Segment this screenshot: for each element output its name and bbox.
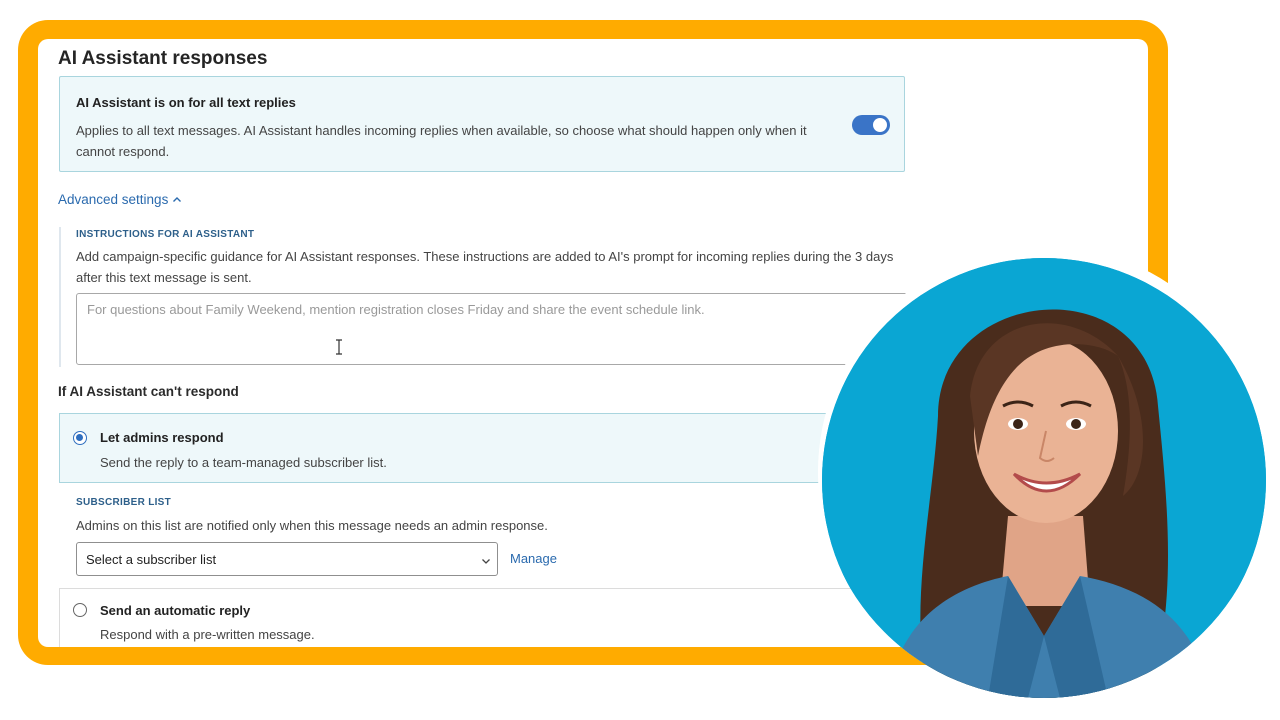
instructions-description: Add campaign-specific guidance for AI As… bbox=[76, 249, 894, 285]
banner-description: Applies to all text messages. AI Assista… bbox=[76, 123, 807, 159]
select-value: Select a subscriber list bbox=[86, 552, 217, 567]
radio-let-admins[interactable] bbox=[73, 431, 87, 445]
advanced-indent-line bbox=[59, 227, 61, 367]
text-cursor-icon bbox=[335, 339, 343, 360]
portrait-illustration bbox=[818, 246, 1270, 698]
chevron-down-icon bbox=[481, 554, 491, 569]
toggle-knob bbox=[873, 118, 887, 132]
banner-title: AI Assistant is on for all text replies bbox=[76, 95, 296, 110]
instructions-placeholder: For questions about Family Weekend, ment… bbox=[87, 302, 705, 317]
presenter-portrait bbox=[818, 246, 1270, 698]
option-title: Let admins respond bbox=[100, 430, 224, 445]
chevron-up-icon bbox=[168, 192, 182, 207]
section-title: AI Assistant responses bbox=[58, 48, 268, 69]
advanced-settings-link[interactable]: Advanced settings bbox=[58, 192, 182, 207]
advanced-settings-label: Advanced settings bbox=[58, 192, 169, 207]
subscriber-list-description: Admins on this list are notified only wh… bbox=[76, 518, 548, 533]
subscriber-list-select[interactable]: Select a subscriber list bbox=[76, 542, 498, 576]
radio-automatic-reply[interactable] bbox=[73, 603, 87, 617]
instructions-label: INSTRUCTIONS FOR AI ASSISTANT bbox=[76, 229, 255, 240]
option-description: Send the reply to a team-managed subscri… bbox=[100, 455, 387, 470]
subscriber-list-label: SUBSCRIBER LIST bbox=[76, 497, 172, 508]
ai-status-banner: AI Assistant is on for all text replies … bbox=[59, 76, 905, 172]
ai-assistant-toggle[interactable] bbox=[852, 115, 890, 135]
instructions-textarea[interactable]: For questions about Family Weekend, ment… bbox=[76, 293, 926, 365]
option-description: Respond with a pre-written message. bbox=[100, 627, 315, 642]
option-title: Send an automatic reply bbox=[100, 603, 251, 618]
fallback-title: If AI Assistant can't respond bbox=[58, 384, 239, 399]
manage-link[interactable]: Manage bbox=[510, 551, 557, 566]
